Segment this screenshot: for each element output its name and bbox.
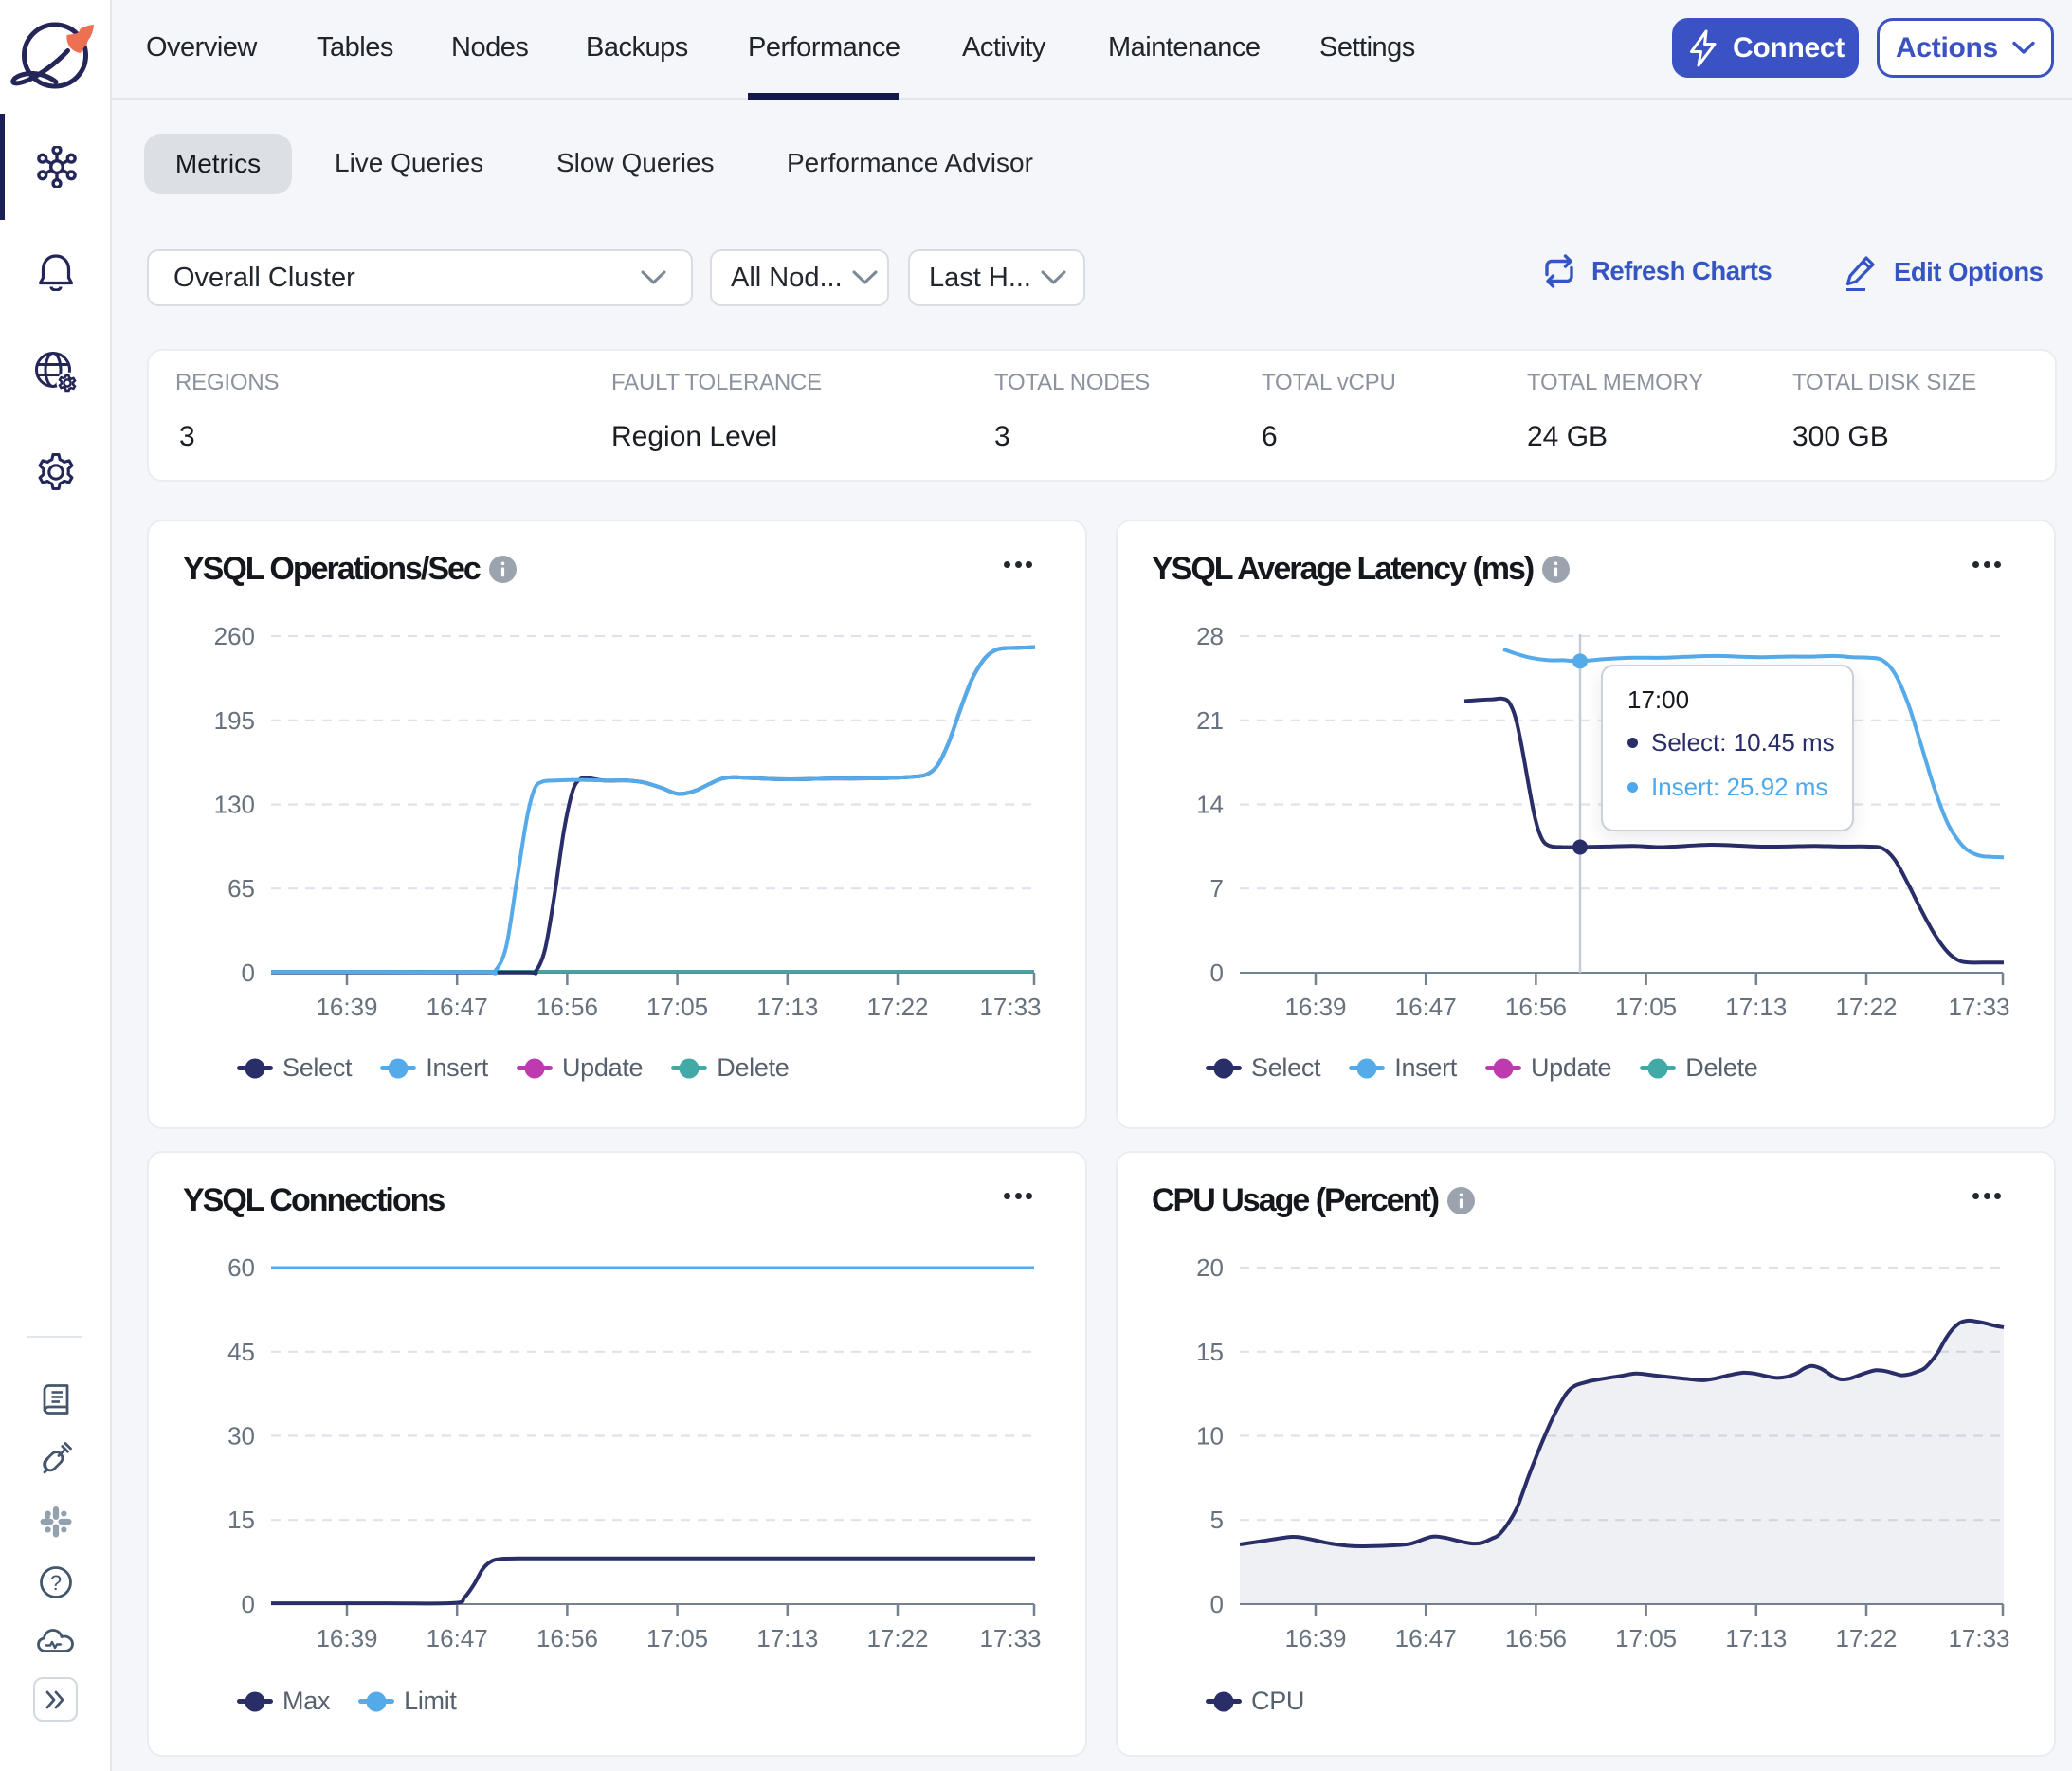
svg-text:16:39: 16:39 [1284, 993, 1346, 1021]
svg-text:60: 60 [227, 1253, 255, 1282]
svg-text:17:05: 17:05 [1615, 993, 1677, 1021]
svg-text:17:05: 17:05 [1615, 1624, 1677, 1652]
svg-text:17:13: 17:13 [756, 1624, 818, 1652]
svg-text:17:13: 17:13 [756, 993, 818, 1021]
svg-text:260: 260 [214, 622, 255, 650]
svg-text:17:33: 17:33 [979, 1624, 1041, 1652]
svg-text:195: 195 [214, 706, 255, 735]
svg-text:17:05: 17:05 [646, 993, 708, 1021]
svg-text:16:47: 16:47 [427, 993, 488, 1021]
svg-text:16:39: 16:39 [316, 993, 377, 1021]
svg-text:7: 7 [1210, 874, 1224, 903]
svg-text:16:39: 16:39 [316, 1624, 377, 1652]
svg-text:130: 130 [214, 791, 255, 819]
svg-text:?: ? [50, 1571, 62, 1595]
svg-text:17:22: 17:22 [1835, 1624, 1897, 1652]
svg-text:16:47: 16:47 [1395, 1624, 1457, 1652]
svg-text:15: 15 [1196, 1338, 1224, 1366]
svg-text:0: 0 [242, 959, 255, 987]
svg-text:16:47: 16:47 [427, 1624, 488, 1652]
svg-text:10: 10 [1196, 1422, 1224, 1451]
svg-text:17:22: 17:22 [866, 1624, 928, 1652]
svg-text:17:33: 17:33 [1948, 993, 2009, 1021]
svg-text:45: 45 [227, 1338, 255, 1366]
svg-text:14: 14 [1196, 791, 1224, 819]
svg-text:16:56: 16:56 [1505, 1624, 1567, 1652]
svg-text:65: 65 [227, 874, 255, 903]
svg-text:17:33: 17:33 [979, 993, 1041, 1021]
svg-text:17:05: 17:05 [646, 1624, 708, 1652]
svg-text:28: 28 [1196, 622, 1224, 650]
svg-text:16:56: 16:56 [536, 993, 598, 1021]
svg-text:16:56: 16:56 [1505, 993, 1567, 1021]
svg-text:30: 30 [227, 1422, 255, 1451]
svg-text:0: 0 [1210, 959, 1224, 987]
svg-text:0: 0 [1210, 1590, 1224, 1618]
svg-text:17:22: 17:22 [866, 993, 928, 1021]
svg-text:20: 20 [1196, 1253, 1224, 1282]
svg-text:17:22: 17:22 [1835, 993, 1897, 1021]
svg-text:17:13: 17:13 [1725, 1624, 1787, 1652]
svg-text:0: 0 [242, 1590, 255, 1618]
svg-text:16:56: 16:56 [536, 1624, 598, 1652]
svg-text:16:47: 16:47 [1395, 993, 1457, 1021]
svg-text:16:39: 16:39 [1284, 1624, 1346, 1652]
svg-text:5: 5 [1210, 1506, 1224, 1534]
svg-text:15: 15 [227, 1506, 255, 1534]
svg-text:21: 21 [1196, 706, 1224, 735]
svg-text:17:13: 17:13 [1725, 993, 1787, 1021]
svg-text:17:33: 17:33 [1948, 1624, 2009, 1652]
